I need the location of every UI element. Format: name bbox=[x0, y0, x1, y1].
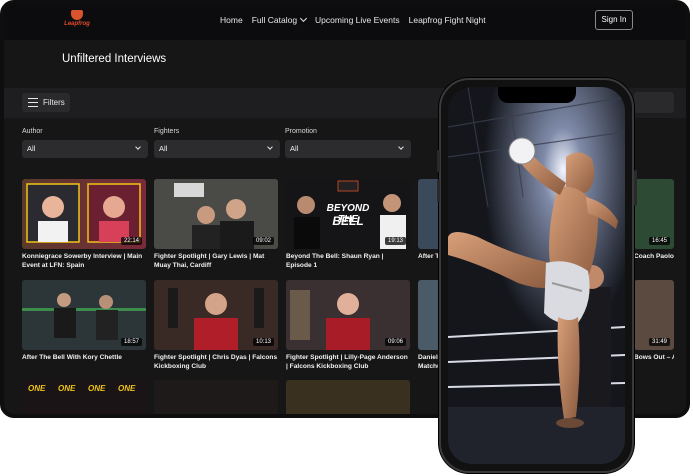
video-card[interactable]: 09:06 Fighter Spotlight | Lilly-Page And… bbox=[286, 280, 410, 371]
video-thumbnail: 16:45 bbox=[634, 179, 674, 249]
video-duration: 18:57 bbox=[120, 338, 142, 346]
video-title: Fighter Spotlight | Chris Dyas | Falcons… bbox=[154, 354, 278, 370]
sign-in-button[interactable]: Sign In bbox=[595, 10, 633, 30]
video-card[interactable] bbox=[154, 380, 278, 414]
video-thumbnail: 09:06 bbox=[286, 280, 410, 350]
thumbnail-caption-line2: BELL bbox=[332, 214, 364, 228]
video-duration: 22:14 bbox=[120, 237, 142, 245]
video-thumbnail: 31:49 bbox=[634, 280, 674, 350]
video-title: After The Bell With Kory Chettle bbox=[22, 354, 122, 361]
video-thumbnail: BEYOND THE BELL 19:13 bbox=[286, 179, 410, 249]
promotion-logo-text: ONE bbox=[88, 384, 106, 393]
filter-fighters-select[interactable]: All bbox=[154, 140, 280, 158]
nav-link-live-events[interactable]: Upcoming Live Events bbox=[315, 15, 400, 25]
filter-author-label: Author bbox=[22, 128, 43, 135]
video-title: Konniegrace Sowerby Interview | Main Eve… bbox=[22, 253, 143, 269]
brand-wordmark: Leapfrog bbox=[64, 21, 90, 27]
video-thumbnail bbox=[286, 380, 410, 414]
filter-promotion-value: All bbox=[290, 144, 299, 153]
video-card[interactable]: BEYOND THE BELL 19:13 Beyond The Bell: S… bbox=[286, 179, 410, 270]
video-card[interactable]: 31:49 Bows Out – A bbox=[634, 280, 674, 363]
video-duration: 10:13 bbox=[252, 338, 274, 346]
phone-power-button bbox=[634, 170, 637, 206]
nav-link-catalog-label: Full Catalog bbox=[251, 15, 298, 25]
video-duration: 16:45 bbox=[648, 237, 670, 245]
video-card[interactable]: 10:13 Fighter Spotlight | Chris Dyas | F… bbox=[154, 280, 278, 371]
page-title: Unfiltered Interviews bbox=[62, 53, 167, 65]
phone-mockup bbox=[437, 78, 637, 473]
video-title: Bows Out – A bbox=[634, 354, 674, 361]
chevron-down-icon bbox=[398, 144, 404, 150]
phone-volume-button bbox=[437, 150, 440, 172]
filters-button-label: Filters bbox=[43, 98, 65, 107]
phone-screen bbox=[448, 87, 625, 464]
video-thumbnail: 18:57 bbox=[22, 280, 146, 350]
video-thumbnail: 22:14 bbox=[22, 179, 146, 249]
phone-volume-button bbox=[437, 180, 440, 202]
filter-promotion-label: Promotion bbox=[285, 128, 317, 135]
filter-fighters-value: All bbox=[159, 144, 168, 153]
nav-links: Home Full Catalog Upcoming Live Events L… bbox=[220, 14, 486, 25]
filter-author-select[interactable]: All bbox=[22, 140, 148, 158]
video-duration: 09:02 bbox=[252, 237, 274, 245]
video-card[interactable]: 18:57 After The Bell With Kory Chettle bbox=[22, 280, 146, 363]
phone-notch bbox=[498, 87, 576, 103]
video-card[interactable]: 22:14 Konniegrace Sowerby Interview | Ma… bbox=[22, 179, 146, 270]
promo-composite: Leapfrog Home Full Catalog Upcoming Live… bbox=[0, 0, 693, 476]
filter-promotion-select[interactable]: All bbox=[285, 140, 411, 158]
chevron-down-icon bbox=[300, 14, 308, 23]
video-card[interactable]: 16:45 Coach Paolo bbox=[634, 179, 674, 262]
search-input[interactable] bbox=[634, 92, 674, 113]
video-thumbnail: 10:13 bbox=[154, 280, 278, 350]
video-thumbnail: 09:02 bbox=[154, 179, 278, 249]
promotion-logo-text: ONE bbox=[28, 384, 46, 393]
video-thumbnail: ONE ONE ONE ONE bbox=[22, 380, 146, 414]
nav-link-fight-night[interactable]: Leapfrog Fight Night bbox=[409, 15, 486, 25]
video-duration: 19:13 bbox=[384, 237, 406, 245]
sliders-icon bbox=[28, 98, 38, 107]
promotion-logo-text: ONE bbox=[118, 384, 136, 393]
promotion-logo-text: ONE bbox=[58, 384, 76, 393]
chevron-down-icon bbox=[267, 144, 273, 150]
video-card[interactable] bbox=[286, 380, 410, 414]
video-title: Beyond The Bell: Shaun Ryan | Episode 1 bbox=[286, 253, 384, 269]
top-nav: Leapfrog Home Full Catalog Upcoming Live… bbox=[4, 4, 686, 40]
nav-link-home[interactable]: Home bbox=[220, 15, 243, 25]
brand-logo[interactable]: Leapfrog bbox=[60, 10, 94, 34]
filter-author-value: All bbox=[27, 144, 36, 153]
video-title: Fighter Spotlight | Gary Lewis | Mat Mua… bbox=[154, 253, 265, 269]
video-duration: 31:49 bbox=[648, 338, 670, 346]
filters-button[interactable]: Filters bbox=[22, 93, 70, 112]
video-card[interactable]: ONE ONE ONE ONE bbox=[22, 380, 146, 414]
kickboxer-photo bbox=[448, 87, 625, 464]
video-title: Fighter Spotlight | Lilly-Page Anderson … bbox=[286, 354, 408, 370]
video-thumbnail bbox=[154, 380, 278, 414]
chevron-down-icon bbox=[135, 144, 141, 150]
video-card[interactable]: 09:02 Fighter Spotlight | Gary Lewis | M… bbox=[154, 179, 278, 270]
brand-crest-icon bbox=[71, 10, 83, 20]
video-duration: 09:06 bbox=[384, 338, 406, 346]
video-title: Coach Paolo bbox=[634, 253, 674, 260]
nav-link-catalog[interactable]: Full Catalog bbox=[251, 14, 308, 25]
filter-fighters-label: Fighters bbox=[154, 128, 180, 135]
